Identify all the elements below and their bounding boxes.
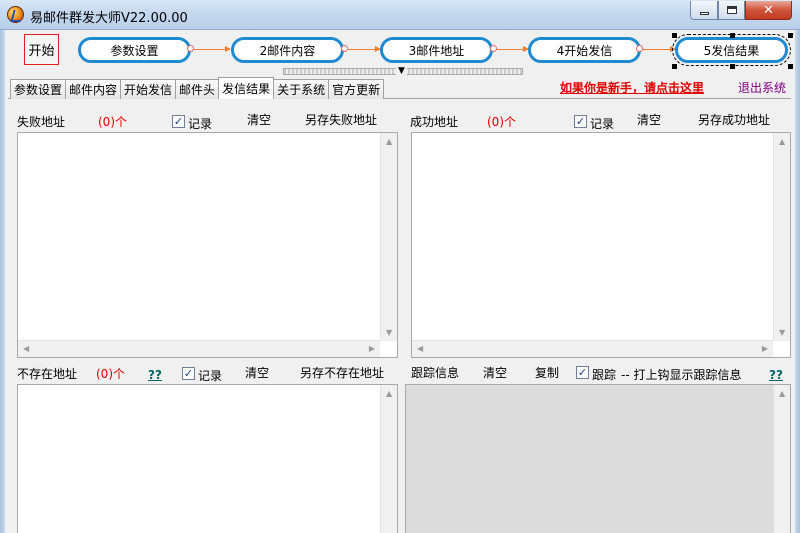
selection-handle (788, 64, 793, 69)
selection-handle (672, 33, 677, 38)
success-record-label: 记录 (590, 117, 615, 131)
selection-handle (672, 64, 677, 69)
minimize-button[interactable] (690, 1, 718, 20)
nonexist-record-checkbox[interactable]: ✓ (182, 367, 195, 380)
failed-vscrollbar[interactable]: ▲ ▼ (380, 133, 397, 341)
tab-settings[interactable]: 参数设置 (10, 79, 67, 99)
tab-send[interactable]: 开始发信 (120, 79, 177, 99)
flow-step-send[interactable]: 4开始发信 (528, 37, 641, 63)
nonexist-record-label: 记录 (198, 369, 223, 383)
title-bar: 易邮件群发大师V22.00.00 ✕ (0, 0, 800, 30)
workflow-bar: 开始 参数设置 2邮件内容 3邮件地址 4开始发信 5发信结果 ▼ (5, 30, 795, 76)
failed-save-button[interactable]: 另存失败地址 (305, 111, 377, 128)
trace-label: 跟踪信息 (411, 366, 460, 380)
flow-step-settings[interactable]: 参数设置 (78, 37, 191, 63)
close-button[interactable]: ✕ (745, 1, 792, 20)
trace-help-link[interactable]: ?? (769, 368, 783, 382)
scroll-down-icon[interactable]: ▼ (779, 328, 785, 337)
window-frame-left (0, 30, 5, 533)
scroll-down-icon[interactable]: ▼ (386, 328, 392, 337)
tab-updates[interactable]: 官方更新 (328, 79, 385, 99)
tab-header[interactable]: 邮件头 (175, 79, 220, 99)
scroll-up-icon[interactable]: ▲ (386, 389, 392, 398)
tab-content[interactable]: 邮件内容 (65, 79, 122, 99)
failed-count: (0)个 (98, 115, 127, 129)
trace-track-checkbox[interactable]: ✓ (576, 366, 589, 379)
flow-step-results[interactable]: 5发信结果 (672, 34, 791, 66)
minimize-icon (699, 11, 709, 15)
window-frame-right (795, 30, 800, 533)
tab-results[interactable]: 发信结果 (218, 77, 275, 99)
success-vscrollbar[interactable]: ▲ ▼ (773, 133, 790, 341)
chevron-down-icon: ▼ (396, 66, 407, 76)
scroll-up-icon[interactable]: ▲ (779, 389, 785, 398)
trace-track-label: 跟踪 (592, 368, 617, 382)
success-clear-button[interactable]: 清空 (637, 111, 661, 128)
scroll-left-icon[interactable]: ◀ (23, 344, 29, 353)
close-icon: ✕ (763, 2, 774, 18)
nonexist-clear-button[interactable]: 清空 (245, 364, 269, 381)
app-logo-icon (7, 6, 24, 23)
window-title: 易邮件群发大师V22.00.00 (30, 11, 188, 26)
scroll-left-icon[interactable]: ◀ (417, 344, 423, 353)
failed-clear-button[interactable]: 清空 (247, 111, 271, 128)
selection-handle (730, 33, 735, 38)
maximize-button[interactable] (718, 1, 745, 20)
exit-link[interactable]: 退出系统 (738, 79, 786, 96)
tab-about[interactable]: 关于系统 (273, 79, 330, 99)
trace-log[interactable]: ▲ (405, 384, 791, 533)
collapse-splitter[interactable]: ▼ (283, 66, 523, 76)
start-button[interactable]: 开始 (24, 34, 59, 65)
failed-list[interactable]: ▲ ▼ ◀ ▶ (17, 132, 398, 358)
success-list[interactable]: ▲ ▼ ◀ ▶ (411, 132, 791, 358)
flow-connector-dot (341, 45, 348, 52)
scroll-up-icon[interactable]: ▲ (779, 137, 785, 146)
flow-arrow (497, 46, 529, 52)
success-count: (0)个 (487, 115, 516, 129)
trace-clear-button[interactable]: 清空 (483, 364, 507, 381)
scroll-right-icon[interactable]: ▶ (369, 344, 375, 353)
failed-record-checkbox[interactable]: ✓ (172, 115, 185, 128)
failed-label: 失败地址 (17, 115, 66, 129)
failed-record-label: 记录 (188, 117, 213, 131)
main-tabs: 参数设置 邮件内容 开始发信 邮件头 发信结果 关于系统 官方更新 (10, 77, 385, 99)
nonexist-label: 不存在地址 (17, 367, 78, 381)
nonexist-list[interactable]: ▲ (17, 384, 398, 533)
failed-hscrollbar[interactable]: ◀ ▶ (18, 340, 380, 357)
flow-arrow (643, 46, 676, 52)
nonexist-count: (0)个 (96, 367, 125, 381)
success-record-checkbox[interactable]: ✓ (574, 115, 587, 128)
maximize-icon (726, 6, 737, 14)
flow-connector-dot (636, 45, 643, 52)
trace-hint: -- 打上钩显示跟踪信息 (621, 368, 742, 382)
trace-vscrollbar[interactable]: ▲ (773, 385, 790, 533)
scroll-up-icon[interactable]: ▲ (386, 137, 392, 146)
success-save-button[interactable]: 另存成功地址 (698, 111, 770, 128)
flow-connector-dot (187, 45, 194, 52)
nonexist-save-button[interactable]: 另存不存在地址 (300, 364, 384, 381)
flow-arrow (194, 46, 231, 52)
success-hscrollbar[interactable]: ◀ ▶ (412, 340, 773, 357)
selection-handle (788, 33, 793, 38)
nonexist-vscrollbar[interactable]: ▲ (380, 385, 397, 533)
success-label: 成功地址 (410, 115, 459, 129)
flow-step-addresses[interactable]: 3邮件地址 (380, 37, 493, 63)
scroll-right-icon[interactable]: ▶ (762, 344, 768, 353)
flow-step-content[interactable]: 2邮件内容 (231, 37, 344, 63)
selection-handle (730, 64, 735, 69)
flow-connector-dot (490, 45, 497, 52)
flow-arrow (348, 46, 381, 52)
nonexist-help-link[interactable]: ?? (148, 368, 162, 382)
trace-copy-button[interactable]: 复制 (535, 364, 559, 381)
newbie-help-link[interactable]: 如果你是新手，请点击这里 (560, 79, 704, 96)
